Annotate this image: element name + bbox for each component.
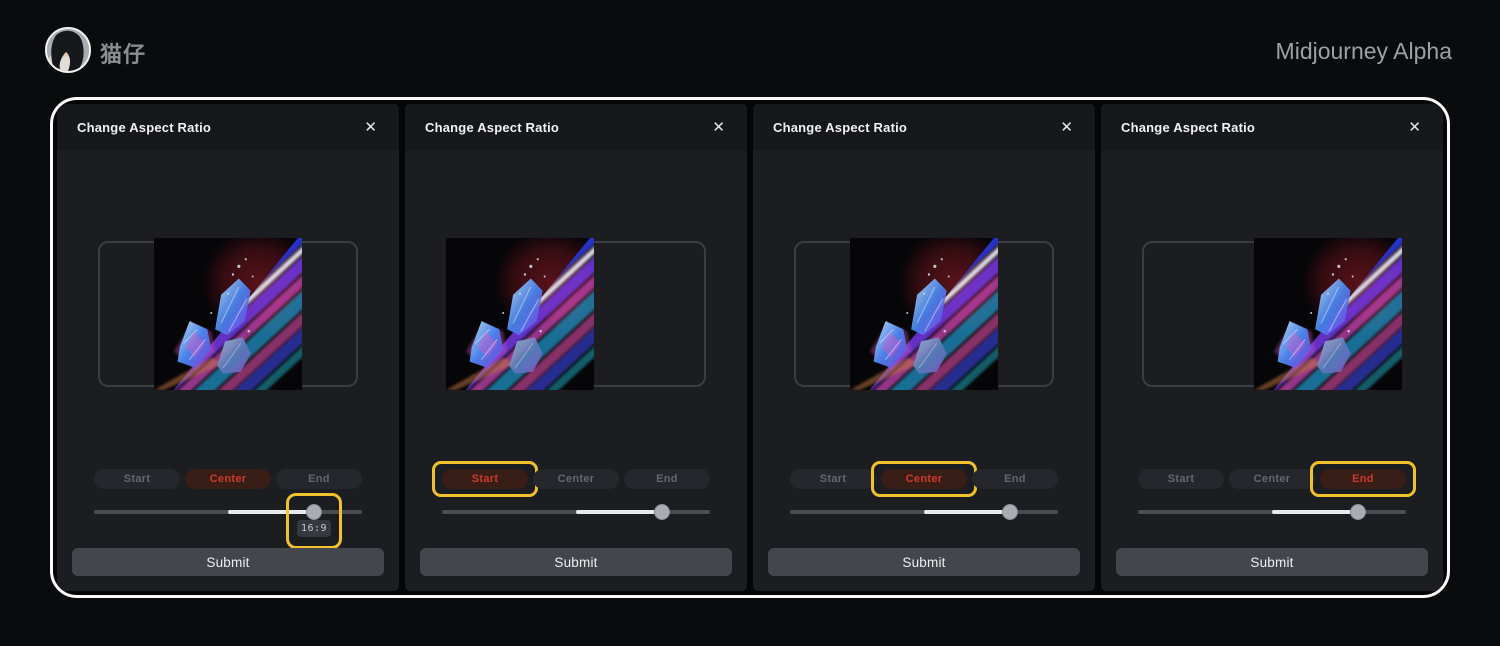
alignment-options: Start Center End [432, 461, 710, 497]
app-title: Midjourney Alpha [1275, 38, 1452, 64]
slider-fill [1272, 510, 1358, 514]
dialog-title: Change Aspect Ratio [1121, 119, 1256, 135]
change-aspect-ratio-dialog-3: Change Aspect Ratio ✕ Start Center End S… [753, 104, 1095, 591]
align-end-button[interactable]: End [624, 469, 710, 489]
dialog-title: Change Aspect Ratio [77, 119, 212, 135]
align-end-button[interactable]: End [972, 469, 1058, 489]
align-start-button[interactable]: Start [432, 461, 538, 497]
aspect-ratio-preview-frame [1142, 241, 1402, 387]
avatar-image [47, 29, 89, 71]
submit-button[interactable]: Submit [420, 548, 732, 576]
align-center-button[interactable]: Center [871, 461, 977, 497]
slider-fill [228, 510, 314, 514]
slider-value-label: 16:9 [297, 520, 331, 537]
align-center-button[interactable]: Center [185, 469, 271, 489]
aspect-ratio-dialog-group: Change Aspect Ratio ✕ Start Center End 1… [50, 97, 1450, 598]
slider-thumb[interactable] [1001, 504, 1018, 520]
aspect-ratio-preview-frame [446, 241, 706, 387]
dialog-header: Change Aspect Ratio ✕ [405, 104, 747, 150]
align-center-button[interactable]: Center [1229, 469, 1315, 489]
aspect-ratio-preview-frame [98, 241, 358, 387]
align-end-button[interactable]: End [276, 469, 362, 489]
preview-image [154, 238, 302, 390]
top-bar: 猫仔 Midjourney Alpha [0, 0, 1500, 97]
aspect-ratio-slider[interactable] [442, 504, 710, 520]
change-aspect-ratio-dialog-2: Change Aspect Ratio ✕ Start Center End S… [405, 104, 747, 591]
slider-thumb[interactable] [305, 504, 322, 520]
align-end-button[interactable]: End [1310, 461, 1416, 497]
dialog-title: Change Aspect Ratio [773, 119, 908, 135]
slider-thumb[interactable] [1349, 504, 1366, 520]
preview-image [850, 238, 998, 390]
preview-image [446, 238, 594, 390]
aspect-ratio-slider[interactable] [790, 504, 1058, 520]
close-icon[interactable]: ✕ [710, 118, 727, 137]
slider-fill [576, 510, 662, 514]
submit-button[interactable]: Submit [1116, 548, 1428, 576]
close-icon[interactable]: ✕ [1058, 118, 1075, 137]
close-icon[interactable]: ✕ [362, 118, 379, 137]
align-center-button[interactable]: Center [533, 469, 619, 489]
change-aspect-ratio-dialog-1: Change Aspect Ratio ✕ Start Center End 1… [57, 104, 399, 591]
aspect-ratio-slider[interactable] [94, 504, 362, 520]
dialog-header: Change Aspect Ratio ✕ [1101, 104, 1443, 150]
aspect-ratio-slider[interactable] [1138, 504, 1406, 520]
alignment-options: Start Center End [790, 461, 1058, 497]
align-start-button[interactable]: Start [94, 469, 180, 489]
close-icon[interactable]: ✕ [1406, 118, 1423, 137]
avatar[interactable] [45, 27, 91, 73]
change-aspect-ratio-dialog-4: Change Aspect Ratio ✕ Start Center End S… [1101, 104, 1443, 591]
preview-image [1254, 238, 1402, 390]
aspect-ratio-preview-frame [794, 241, 1054, 387]
dialog-title: Change Aspect Ratio [425, 119, 560, 135]
submit-button[interactable]: Submit [768, 548, 1080, 576]
slider-thumb[interactable] [653, 504, 670, 520]
slider-fill [924, 510, 1010, 514]
submit-button[interactable]: Submit [72, 548, 384, 576]
align-start-button[interactable]: Start [1138, 469, 1224, 489]
align-start-button[interactable]: Start [790, 469, 876, 489]
dialog-header: Change Aspect Ratio ✕ [57, 104, 399, 150]
alignment-options: Start Center End [94, 469, 362, 489]
alignment-options: Start Center End [1138, 461, 1416, 497]
username: 猫仔 [100, 42, 147, 67]
dialog-header: Change Aspect Ratio ✕ [753, 104, 1095, 150]
